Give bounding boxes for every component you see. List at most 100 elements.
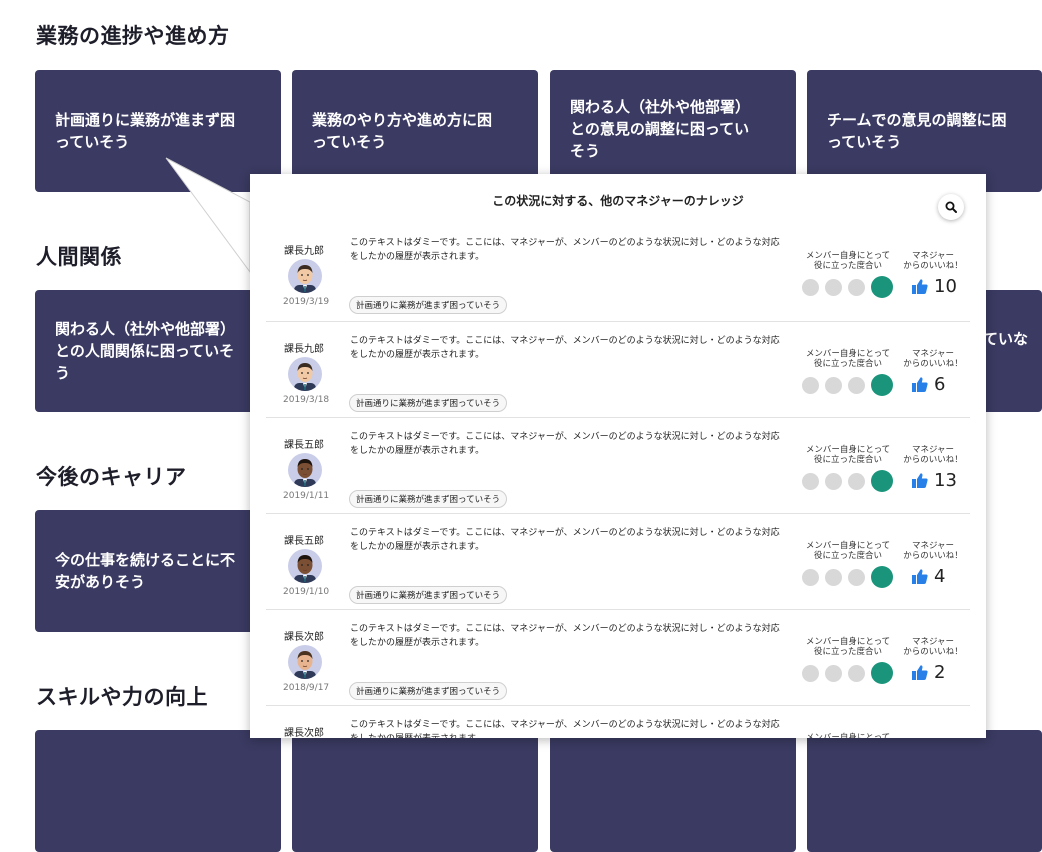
- card-line: との人間関係に困っていそ: [55, 342, 235, 360]
- situation-card[interactable]: [35, 730, 281, 852]
- rating-dot[interactable]: [848, 376, 865, 394]
- entry-text-line: このテキストはダミーです。ここには、マネジャーが、メンバーのどのような状況に対し…: [350, 528, 780, 538]
- knowledge-entry[interactable]: 課長九郎 2019/3/19 このテキストはダミーです。ここには、マネジャーが、…: [266, 224, 970, 322]
- rating-dot[interactable]: [848, 568, 865, 586]
- rating-dot[interactable]: [802, 376, 819, 394]
- rating-label-line: 役に立った度合い: [813, 455, 882, 465]
- entry-text-line: をしたかの履歴が表示されます。: [350, 638, 485, 648]
- section-title-progress: 業務の進捗や進め方: [36, 24, 230, 48]
- knowledge-entry[interactable]: 課長五郎 2019/1/11 このテキストはダミーです。ここには、マネジャーが、…: [266, 418, 970, 514]
- search-button[interactable]: [938, 194, 964, 220]
- situation-tag[interactable]: 計画通りに業務が進まず困っていそう: [349, 586, 508, 604]
- rating-dot-selected[interactable]: [871, 662, 893, 684]
- manager-name: 課長次郎: [284, 632, 324, 643]
- entry-text: このテキストはダミーです。ここには、マネジャーが、メンバーのどのような状況に対し…: [350, 622, 790, 650]
- manager-name: 課長次郎: [284, 728, 324, 738]
- thumbs-up-icon: [912, 569, 928, 584]
- like-count: 13: [934, 470, 957, 491]
- like-label-line: からのいいね！: [903, 359, 963, 369]
- rating-dot[interactable]: [825, 664, 842, 682]
- manager-name: 課長九郎: [284, 344, 324, 355]
- entry-date: 2018/9/17: [283, 683, 330, 693]
- like-count: 6: [934, 374, 946, 395]
- situation-card[interactable]: 関わる人（社外や他部署） との人間関係に困っていそう: [35, 290, 281, 412]
- situation-tag[interactable]: 計画通りに業務が進まず困っていそう: [349, 682, 508, 700]
- manager-name: 課長五郎: [284, 536, 324, 547]
- rating-dot[interactable]: [802, 664, 819, 682]
- rating-label-line: メンバー自身にとって: [805, 349, 891, 359]
- situation-card[interactable]: [550, 730, 796, 852]
- rating-label: メンバー自身にとって役に立った度合い: [802, 733, 894, 738]
- entry-text: このテキストはダミーです。ここには、マネジャーが、メンバーのどのような状況に対し…: [350, 430, 790, 458]
- knowledge-panel: この状況に対する、他のマネジャーのナレッジ 課長九郎 2019/3/19 このテ…: [250, 174, 986, 738]
- rating-dot[interactable]: [848, 278, 865, 296]
- rating-label-line: 役に立った度合い: [813, 359, 882, 369]
- manager-avatar-icon: [294, 265, 316, 293]
- rating-dot-selected[interactable]: [871, 374, 893, 396]
- card-line: 計画通りに業務が進まず困: [55, 111, 236, 129]
- like-button[interactable]: 13: [912, 470, 957, 491]
- rating-dot[interactable]: [825, 278, 842, 296]
- like-label-line: マネジャー: [911, 541, 955, 551]
- knowledge-entry[interactable]: 課長次郎 2018/9/17 このテキストはダミーです。ここには、マネジャーが、…: [266, 610, 970, 706]
- entry-text-line: をしたかの履歴が表示されます。: [350, 542, 485, 552]
- situation-tag[interactable]: 計画通りに業務が進まず困っていそう: [349, 490, 508, 508]
- rating-label-line: メンバー自身にとって: [805, 445, 891, 455]
- knowledge-entry[interactable]: 課長次郎 このテキストはダミーです。ここには、マネジャーが、メンバーのどのような…: [266, 706, 970, 738]
- situation-card[interactable]: 今の仕事を続けることに不 安がありそう: [35, 510, 281, 632]
- rating-label: メンバー自身にとって役に立った度合い: [802, 349, 894, 369]
- rating-dot[interactable]: [802, 472, 819, 490]
- section-title-relations: 人間関係: [36, 245, 122, 269]
- rating-dots[interactable]: [802, 566, 893, 588]
- like-button[interactable]: 2: [912, 662, 945, 683]
- card-line: っていそう: [55, 133, 130, 151]
- like-label: マネジャー からのいいね！: [898, 445, 968, 465]
- rating-label: メンバー自身にとって役に立った度合い: [802, 445, 894, 465]
- like-button[interactable]: 6: [912, 374, 945, 395]
- like-button[interactable]: 4: [912, 566, 945, 587]
- avatar: [288, 357, 322, 391]
- like-button[interactable]: 10: [912, 276, 957, 297]
- situation-card[interactable]: [807, 730, 1042, 852]
- rating-dot[interactable]: [802, 568, 819, 586]
- like-count: 4: [934, 566, 946, 587]
- like-label-line: からのいいね！: [903, 261, 963, 271]
- rating-dot[interactable]: [825, 568, 842, 586]
- rating-dots[interactable]: [802, 276, 893, 298]
- rating-dot[interactable]: [848, 664, 865, 682]
- thumbs-up-icon: [912, 279, 928, 294]
- rating-dot[interactable]: [802, 278, 819, 296]
- knowledge-entry[interactable]: 課長九郎 2019/3/18 このテキストはダミーです。ここには、マネジャーが、…: [266, 322, 970, 418]
- manager-name: 課長九郎: [284, 246, 324, 257]
- situation-card[interactable]: 計画通りに業務が進まず困 っていそう: [35, 70, 281, 192]
- card-line: ていな: [982, 330, 1028, 348]
- rating-dot[interactable]: [825, 472, 842, 490]
- rating-dot-selected[interactable]: [871, 470, 893, 492]
- situation-card[interactable]: [292, 730, 538, 852]
- manager-name: 課長五郎: [284, 440, 324, 451]
- avatar: [288, 453, 322, 487]
- card-line: 安がありそう: [55, 573, 146, 591]
- entry-date: 2019/1/11: [283, 491, 330, 501]
- rating-label-line: メンバー自身にとって: [805, 637, 891, 647]
- rating-dot[interactable]: [848, 472, 865, 490]
- like-label: マネジャー からのいいね！: [898, 637, 968, 657]
- rating-dots[interactable]: [802, 470, 893, 492]
- entry-text-line: をしたかの履歴が表示されます。: [350, 252, 485, 262]
- knowledge-entry[interactable]: 課長五郎 2019/1/10 このテキストはダミーです。ここには、マネジャーが、…: [266, 514, 970, 610]
- rating-dots[interactable]: [802, 374, 893, 396]
- card-line: う: [55, 364, 71, 382]
- like-label-line: マネジャー: [911, 251, 955, 261]
- entry-text-line: このテキストはダミーです。ここには、マネジャーが、メンバーのどのような状況に対し…: [350, 238, 780, 248]
- situation-tag[interactable]: 計画通りに業務が進まず困っていそう: [349, 296, 508, 314]
- rating-dots[interactable]: [802, 662, 893, 684]
- entry-text: このテキストはダミーです。ここには、マネジャーが、メンバーのどのような状況に対し…: [350, 236, 790, 264]
- rating-dot[interactable]: [825, 376, 842, 394]
- situation-tag[interactable]: 計画通りに業務が進まず困っていそう: [349, 394, 508, 412]
- avatar: [288, 259, 322, 293]
- rating-label-line: メンバー自身にとって: [805, 733, 891, 738]
- like-label-line: からのいいね！: [903, 551, 963, 561]
- manager-avatar-icon: [294, 555, 316, 583]
- rating-dot-selected[interactable]: [871, 566, 893, 588]
- rating-dot-selected[interactable]: [871, 276, 893, 298]
